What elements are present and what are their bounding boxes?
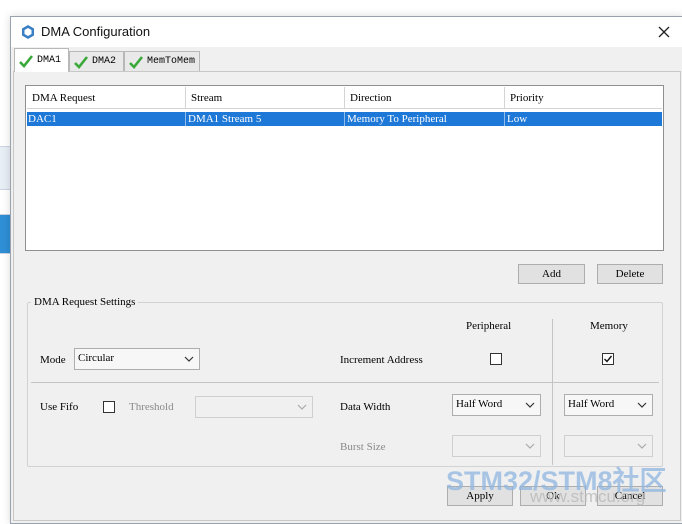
column-header-direction[interactable]: Direction: [345, 87, 505, 109]
burst-size-memory-select[interactable]: [564, 435, 653, 457]
chevron-down-icon: [637, 443, 647, 449]
chevron-down-icon: [525, 443, 535, 449]
mode-select[interactable]: Circular: [74, 348, 200, 370]
cell-priority: Low: [507, 113, 528, 125]
increment-memory-checkbox[interactable]: [602, 353, 614, 365]
header-label: Direction: [350, 91, 392, 104]
check-icon: [19, 54, 34, 68]
cell-request: DAC1: [27, 112, 186, 126]
data-width-peripheral-select[interactable]: Half Word: [452, 394, 541, 416]
threshold-select[interactable]: [195, 396, 313, 418]
column-divider: [552, 319, 553, 465]
data-width-label: Data Width: [340, 401, 391, 413]
data-width-memory-select[interactable]: Half Word: [564, 394, 653, 416]
chevron-down-icon: [525, 402, 535, 408]
tab-dma2[interactable]: DMA2: [69, 51, 124, 71]
close-button[interactable]: [645, 17, 682, 47]
use-fifo-checkbox[interactable]: [103, 401, 115, 413]
button-label: Delete: [615, 268, 645, 280]
delete-button[interactable]: Delete: [597, 264, 663, 284]
tab-label: MemToMem: [147, 56, 196, 67]
check-icon: [129, 55, 144, 69]
column-header-priority[interactable]: Priority: [505, 87, 662, 109]
dma-request-table: DMA Request Stream Direction Priority DA…: [25, 85, 664, 251]
chevron-down-icon: [184, 356, 194, 362]
background-strip: [0, 146, 10, 190]
tab-label: DMA2: [92, 56, 117, 67]
settings-group-title: DMA Request Settings: [31, 296, 139, 308]
column-header-stream[interactable]: Stream: [186, 87, 345, 109]
title-bar: DMA Configuration: [11, 17, 682, 47]
mode-value: Circular: [78, 352, 115, 364]
checkmark-icon: [604, 355, 613, 363]
window-title: DMA Configuration: [41, 24, 151, 39]
header-label: Priority: [510, 91, 544, 104]
data-width-memory-value: Half Word: [568, 398, 615, 410]
peripheral-column-label: Peripheral: [466, 320, 512, 332]
chevron-down-icon: [637, 402, 647, 408]
header-label: DMA Request: [32, 91, 96, 104]
cell-direction: Memory To Peripheral: [345, 112, 505, 126]
table-row[interactable]: DAC1 DMA1 Stream 5 Memory To Peripheral …: [27, 112, 662, 126]
watermark-url: www.stmcu.org: [530, 487, 646, 506]
tab-memtomem[interactable]: MemToMem: [124, 51, 200, 71]
close-icon: [658, 26, 670, 38]
add-button[interactable]: Add: [518, 264, 585, 284]
column-header-request[interactable]: DMA Request: [27, 87, 186, 109]
dma-configuration-dialog: DMA Configuration DMA1 DMA2 MemToMem DMA…: [10, 16, 682, 524]
increment-peripheral-checkbox[interactable]: [490, 353, 502, 365]
row-divider: [31, 382, 659, 383]
check-icon: [74, 55, 89, 69]
use-fifo-label: Use Fifo: [40, 401, 79, 413]
data-width-peripheral-value: Half Word: [456, 398, 503, 410]
memory-column-label: Memory: [590, 320, 628, 332]
chevron-down-icon: [297, 404, 307, 410]
app-icon: [22, 25, 34, 39]
button-label: Add: [542, 268, 561, 280]
increment-address-label: Increment Address: [340, 354, 423, 366]
cell-stream: DMA1 Stream 5: [186, 112, 345, 126]
tab-label: DMA1: [37, 55, 62, 66]
background-strip: [0, 214, 10, 254]
burst-size-peripheral-select[interactable]: [452, 435, 541, 457]
tab-dma1[interactable]: DMA1: [14, 48, 69, 72]
header-label: Stream: [191, 91, 223, 104]
mode-label: Mode: [40, 354, 66, 366]
threshold-label: Threshold: [129, 401, 174, 413]
burst-size-label: Burst Size: [340, 441, 386, 453]
